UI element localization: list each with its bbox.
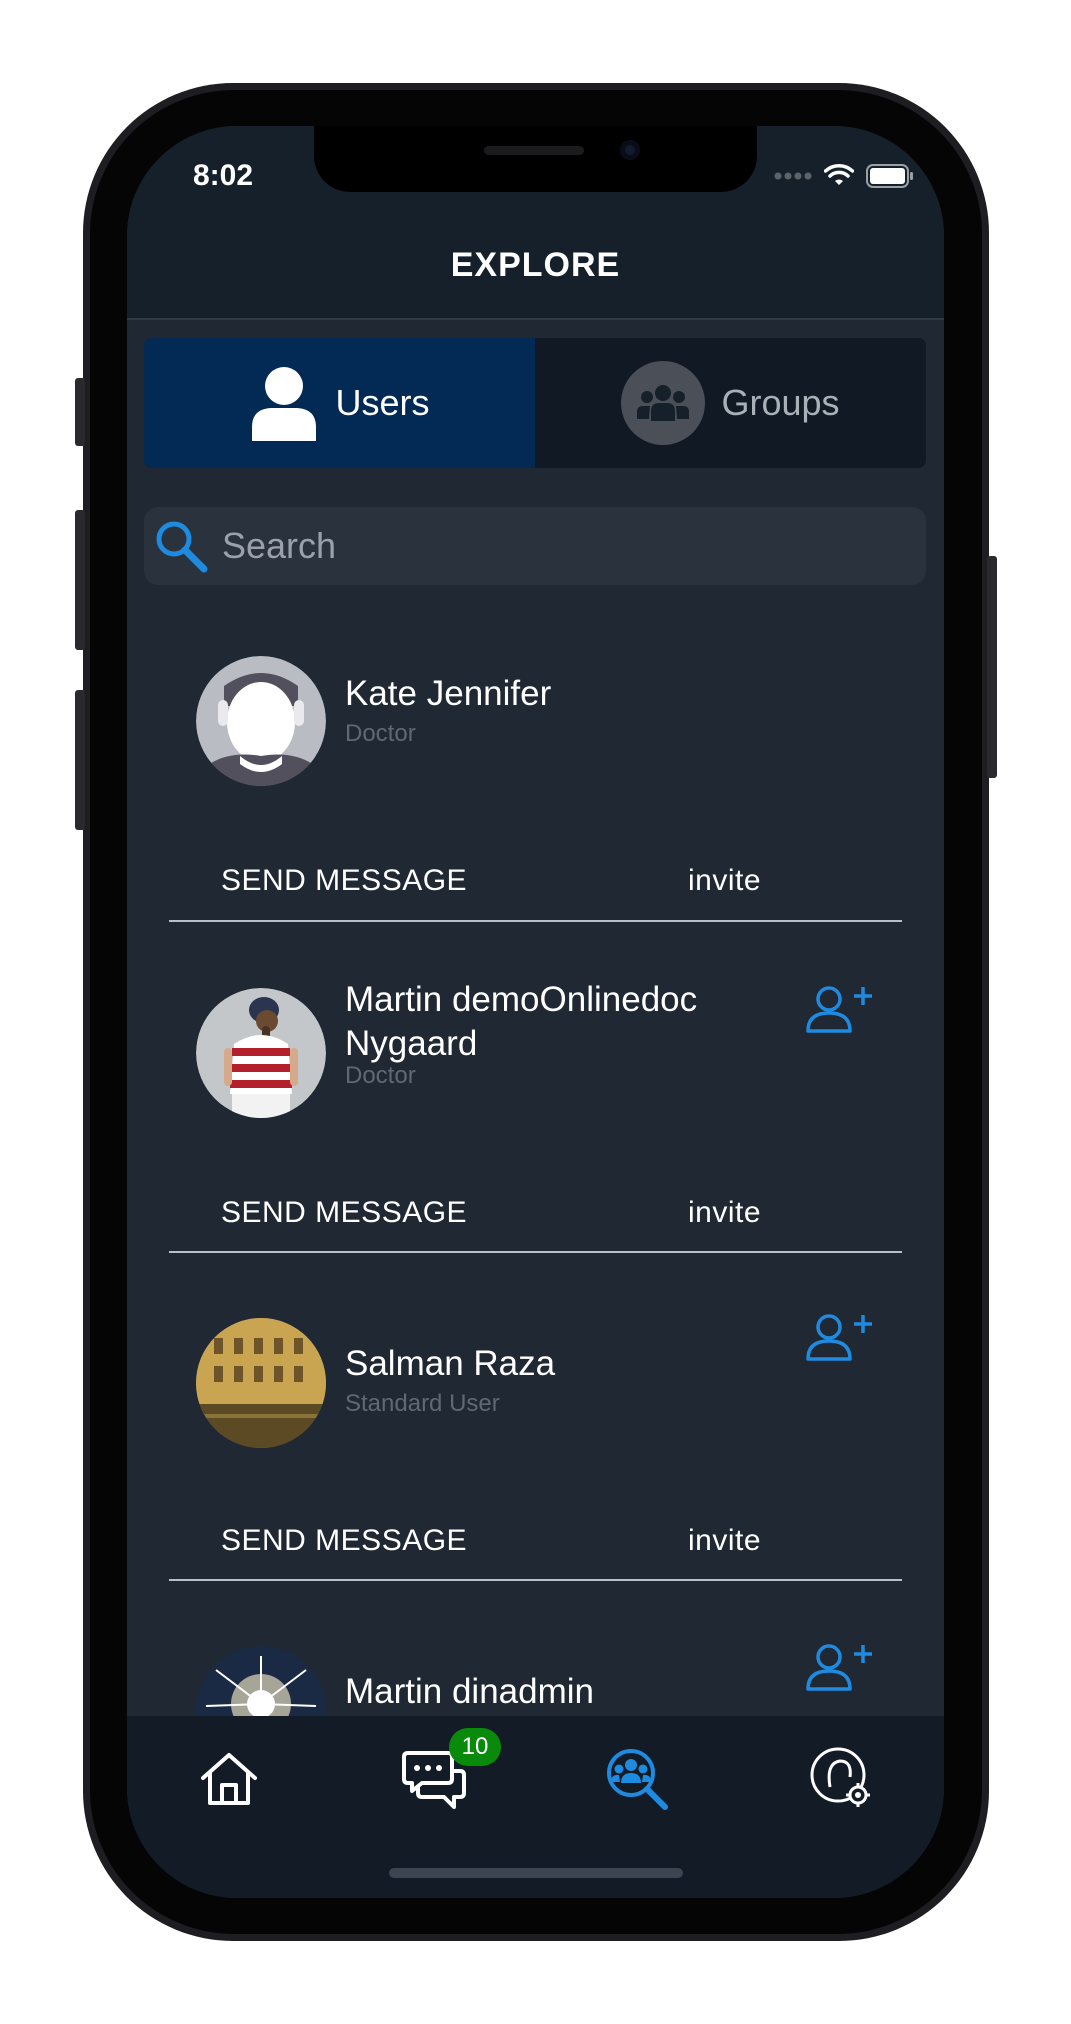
avatar[interactable]	[196, 656, 326, 786]
cellular-signal-icon	[774, 172, 812, 180]
segmented-control: Users Groups	[144, 338, 926, 468]
app-screen: 8:02 EXPLORE Users Groups Search Kate Je…	[127, 126, 944, 1898]
user-name: Salman Raza	[345, 1344, 556, 1383]
home-indicator	[389, 1868, 683, 1878]
volume-down-button	[75, 690, 85, 830]
tab-profile-settings[interactable]	[807, 1744, 877, 1814]
user-name: Martin dinadmin	[345, 1672, 594, 1711]
send-message-button[interactable]: SEND MESSAGE	[221, 864, 467, 898]
power-button	[987, 556, 997, 778]
profile-settings-icon	[810, 1747, 870, 1807]
unread-badge: 10	[449, 1728, 501, 1766]
avatar[interactable]	[196, 988, 326, 1118]
send-message-button[interactable]: SEND MESSAGE	[221, 1524, 467, 1558]
user-role: Doctor	[345, 1062, 416, 1089]
user-name: Martin demoOnlinedoc Nygaard	[345, 980, 698, 1063]
explore-icon	[607, 1749, 668, 1810]
user-role: Standard User	[345, 1390, 500, 1417]
user-name: Kate Jennifer	[345, 674, 552, 713]
tab-groups[interactable]: Groups	[535, 338, 926, 468]
add-user-icon[interactable]	[805, 1642, 875, 1692]
header-divider	[127, 318, 944, 320]
invite-button[interactable]: invite	[688, 1524, 761, 1558]
page-title: EXPLORE	[450, 246, 621, 284]
earpiece-speaker	[484, 146, 584, 155]
add-user-icon[interactable]	[805, 1312, 875, 1362]
user-role: Doctor	[345, 720, 416, 747]
battery-icon	[866, 164, 913, 188]
divider	[169, 1251, 902, 1253]
status-icons	[774, 162, 914, 190]
front-camera	[620, 140, 640, 160]
divider	[169, 920, 902, 922]
add-user-icon[interactable]	[805, 984, 875, 1034]
user-icon	[252, 367, 317, 441]
home-icon	[201, 1753, 257, 1805]
notch	[314, 126, 757, 192]
send-message-button[interactable]: SEND MESSAGE	[221, 1196, 467, 1230]
divider	[169, 1579, 902, 1581]
tab-explore[interactable]	[602, 1744, 672, 1814]
search-input[interactable]	[220, 524, 874, 568]
tab-users-label: Users	[335, 382, 430, 423]
groups-icon	[621, 361, 706, 445]
volume-up-button	[75, 510, 85, 650]
invite-button[interactable]: invite	[688, 1196, 761, 1230]
avatar[interactable]	[196, 1318, 326, 1448]
wifi-icon	[824, 164, 854, 185]
invite-button[interactable]: invite	[688, 864, 761, 898]
search-icon	[156, 521, 208, 573]
tab-groups-label: Groups	[721, 382, 840, 423]
mute-switch	[75, 378, 85, 446]
tab-home[interactable]	[194, 1744, 264, 1814]
tab-users[interactable]: Users	[144, 338, 535, 468]
status-time: 8:02	[193, 159, 254, 192]
search-bar	[144, 507, 926, 585]
